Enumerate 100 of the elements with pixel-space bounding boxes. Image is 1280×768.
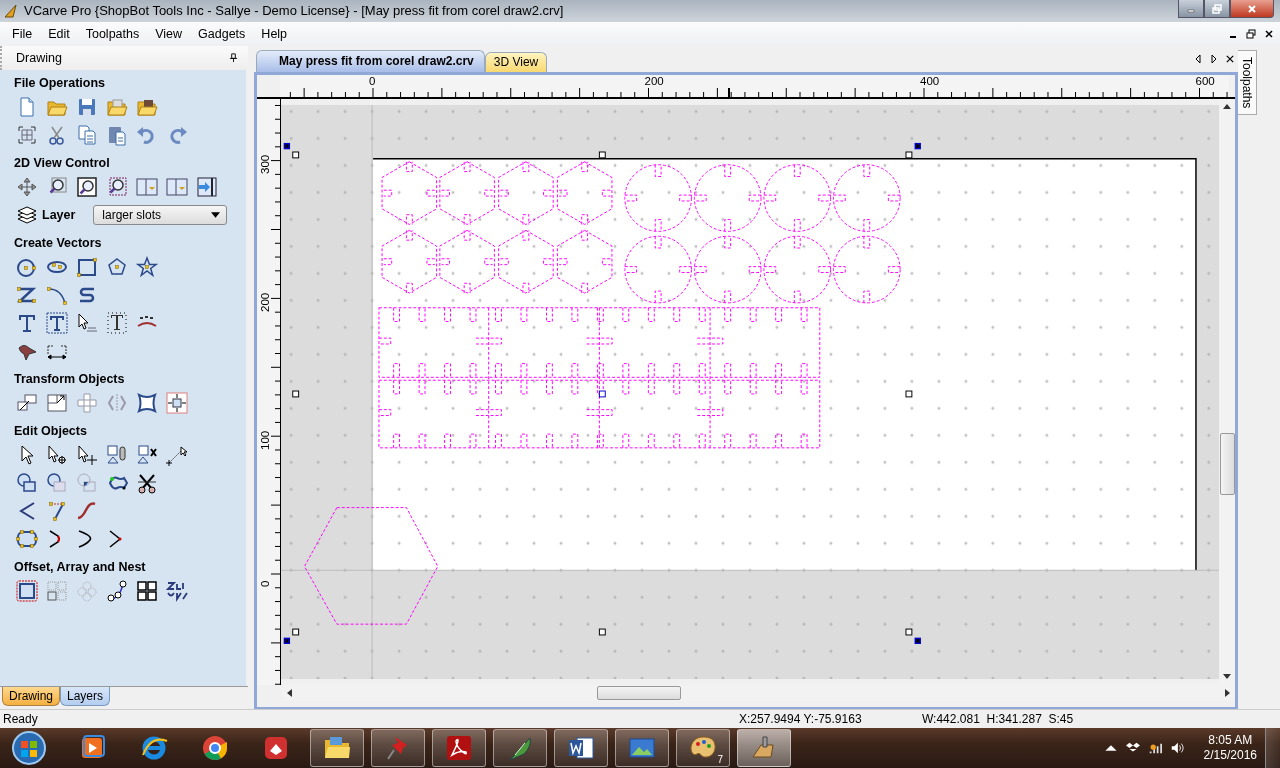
ruler-label: 100 [259, 430, 271, 450]
center-icon[interactable] [166, 391, 188, 414]
rotation-handle[interactable] [914, 637, 921, 644]
offset-icon[interactable] [16, 579, 38, 602]
menu-item[interactable]: Gadgets [190, 24, 254, 43]
scale-icon[interactable] [46, 391, 68, 414]
document-tab[interactable]: May press fit from corel draw2.crv [256, 49, 485, 72]
pin-icon[interactable] [229, 53, 238, 63]
rectangle-icon[interactable] [76, 255, 98, 278]
rotation-handle[interactable] [283, 142, 290, 150]
close-button[interactable] [1230, 0, 1274, 18]
window-title: VCarve Pro {ShopBot Tools Inc - Sallye - Demo License} - [May press fit from corel draw2.crv] [24, 3, 565, 19]
layer-dropdown[interactable]: larger slots [93, 204, 228, 225]
select-grid-icon[interactable] [16, 123, 38, 146]
ruler-label: 0 [259, 580, 271, 588]
taskbar-button[interactable] [554, 729, 608, 767]
zoom-fit-icon[interactable] [76, 175, 98, 198]
pan-icon[interactable] [16, 175, 38, 198]
selection-size: W:442.081 H:341.287 S:45 [922, 712, 1074, 726]
text-resize-icon[interactable] [106, 311, 128, 334]
show-desktop-button[interactable] [1265, 728, 1280, 768]
dropdown-arrow-icon [211, 211, 221, 218]
close-icon [1247, 3, 1257, 14]
right-arrow-icon [1224, 688, 1230, 697]
scrollbar-thumb[interactable] [597, 685, 681, 700]
ruler-label: 600 [1195, 74, 1215, 87]
scrollbar-thumb[interactable] [1220, 432, 1235, 495]
menu-item[interactable]: Toolpaths [77, 24, 148, 43]
arrow-panel-icon[interactable] [196, 175, 218, 198]
rotation-handle[interactable] [914, 142, 921, 150]
selection-handle[interactable] [905, 151, 912, 159]
text-on-cursor-icon[interactable] [76, 311, 98, 334]
menu-item[interactable]: Edit [40, 24, 78, 43]
minimize-button[interactable] [1178, 0, 1204, 18]
up-arrow-icon [1223, 104, 1231, 110]
rotation-handle[interactable] [283, 637, 290, 644]
left-arrow-icon [286, 688, 292, 697]
menu-item[interactable]: View [147, 24, 191, 43]
document-tab[interactable]: 3D View [484, 51, 548, 72]
section-heading: 2D View Control [14, 155, 111, 170]
measure-icon[interactable] [166, 443, 188, 466]
move-icon[interactable] [16, 391, 38, 414]
selection-handle[interactable] [291, 151, 299, 159]
window-count: 7 [717, 754, 723, 765]
restore-icon[interactable] [1246, 28, 1256, 39]
text-nest-icon[interactable] [166, 579, 188, 602]
taskbar-button[interactable] [432, 729, 486, 767]
document-reader-icon [444, 733, 474, 763]
nest-icon[interactable] [136, 579, 158, 602]
ruler-label: 0 [369, 74, 376, 87]
selection-handle[interactable] [291, 628, 299, 636]
zoom-selection-icon[interactable] [106, 175, 128, 198]
section-heading: Transform Objects [14, 371, 126, 386]
star-icon[interactable] [136, 255, 158, 278]
section-heading: Offset, Array and Nest [14, 559, 147, 574]
ruler-label: 200 [259, 292, 271, 312]
pentagon-icon[interactable] [106, 255, 128, 278]
side-tab[interactable]: Toolpaths [1238, 49, 1257, 116]
node-edit-icon[interactable] [46, 443, 68, 466]
taskbar-button[interactable]: 7 [676, 729, 730, 767]
smooth-icon[interactable] [76, 499, 98, 522]
path-array-icon[interactable] [106, 579, 128, 602]
selection-handle[interactable] [598, 628, 606, 636]
distort-icon[interactable] [136, 391, 158, 414]
weld-icon[interactable] [16, 471, 38, 494]
rounded-rectangle-icon[interactable] [16, 527, 38, 550]
panel-tab[interactable]: Layers [60, 687, 111, 707]
group-icon[interactable] [106, 443, 128, 466]
center-handle[interactable] [598, 390, 606, 398]
network-icon[interactable] [1147, 741, 1162, 755]
ungroup-icon[interactable] [136, 443, 158, 466]
app-logo-icon [4, 4, 18, 18]
status-message: Ready [2, 712, 39, 726]
trim-icon[interactable] [46, 499, 68, 522]
menu-item[interactable]: File [4, 24, 41, 43]
browser-circle-icon [200, 733, 230, 763]
selection-handle[interactable] [291, 390, 299, 398]
scroll-right-icon[interactable] [1210, 53, 1218, 64]
menu-item[interactable]: Help [253, 24, 296, 43]
taskbar-button[interactable] [615, 729, 669, 767]
text-box-icon[interactable] [46, 311, 68, 334]
restore-icon [1212, 3, 1222, 14]
restore-button[interactable] [1204, 0, 1230, 18]
close-icon[interactable] [1264, 28, 1274, 39]
volume-icon[interactable] [1169, 741, 1184, 755]
clock-date: 2/15/2016 [1203, 748, 1257, 763]
taskbar-button[interactable] [310, 729, 364, 767]
selection-handle[interactable] [598, 151, 606, 159]
ruler-label: 300 [259, 154, 271, 174]
layer-label: Layer [42, 207, 76, 222]
ruler-label: 400 [920, 74, 940, 87]
scroll-left-icon[interactable] [1194, 53, 1202, 64]
copy-icon[interactable] [76, 123, 98, 146]
close-icon[interactable] [1226, 53, 1234, 64]
subtract-icon[interactable] [46, 471, 68, 494]
selection-handle[interactable] [905, 628, 912, 636]
selection-handle[interactable] [905, 390, 912, 398]
section-heading: Create Vectors [14, 235, 103, 250]
panel-tab[interactable]: Drawing [2, 687, 60, 707]
move-pointer-icon[interactable] [76, 443, 98, 466]
